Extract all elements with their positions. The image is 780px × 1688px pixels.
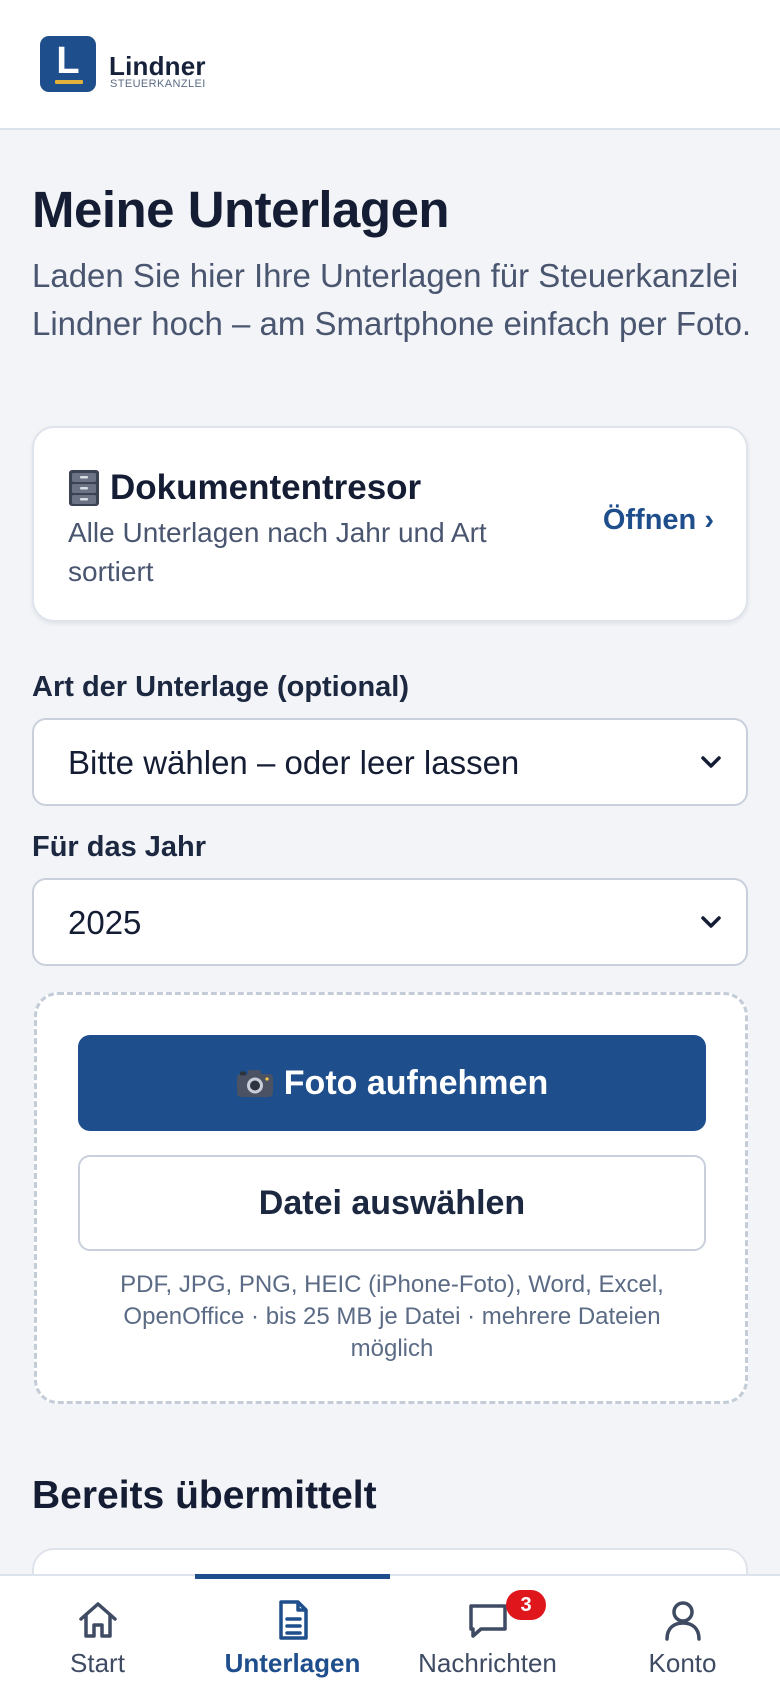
vault-description: Alle Unterlagen nach Jahr und Art sortie…: [68, 517, 487, 587]
nav-item-start[interactable]: Start: [0, 1576, 195, 1688]
document-icon: [279, 1600, 308, 1640]
year-select[interactable]: 2025: [32, 878, 748, 966]
page-intro: Laden Sie hier Ihre Unterlagen für Steue…: [32, 257, 752, 342]
nav-label: Konto: [648, 1648, 717, 1678]
logo-underline: [55, 80, 83, 84]
chevron-down-icon: [701, 916, 721, 928]
user-icon: [665, 1601, 701, 1641]
upload-hint: PDF, JPG, PNG, HEIC (iPhone-Foto), Word,…: [120, 1271, 664, 1362]
nav-label: Nachrichten: [418, 1648, 557, 1678]
choose-file-label: Datei auswählen: [258, 1183, 526, 1222]
chevron-down-icon: [701, 756, 721, 768]
year-value: 2025: [68, 904, 142, 941]
doc-type-select[interactable]: Bitte wählen – oder leer lassen: [32, 718, 748, 806]
vault-open-link[interactable]: Öffnen ›: [603, 504, 714, 537]
nav-item-unterlagen[interactable]: Unterlagen: [195, 1574, 390, 1688]
choose-file-button[interactable]: Datei auswählen: [78, 1155, 706, 1251]
submitted-section-title: Bereits übermittelt: [32, 1474, 377, 1517]
unread-badge: 3: [506, 1590, 546, 1620]
logo[interactable]: L: [40, 36, 96, 92]
year-label: Für das Jahr: [32, 831, 207, 863]
document-vault-card[interactable]: Dokumententresor Alle Unterlagen nach Ja…: [32, 426, 748, 622]
home-icon: [79, 1602, 117, 1638]
doc-type-value: Bitte wählen – oder leer lassen: [68, 744, 520, 781]
vault-title: Dokumententresor: [110, 468, 422, 507]
take-photo-label: Foto aufnehmen: [283, 1063, 549, 1102]
vault-title-row: Dokumententresor: [68, 468, 421, 508]
app-header: L Lindner STEUERKANZLEI: [0, 0, 780, 130]
nav-label: Unterlagen: [224, 1648, 361, 1678]
doc-type-label: Art der Unterlage (optional): [32, 671, 410, 703]
nav-item-nachrichten[interactable]: 3 Nachrichten: [390, 1576, 585, 1688]
bottom-nav: Start Unterlagen 3 Nachrichten Konto: [0, 1574, 780, 1688]
page-title: Meine Unterlagen: [32, 181, 450, 238]
upload-dropzone[interactable]: Foto aufnehmen Datei auswählen PDF, JPG,…: [34, 992, 748, 1404]
brand-subtitle: STEUERKANZLEI: [110, 78, 206, 90]
nav-item-konto[interactable]: Konto: [585, 1576, 780, 1688]
file-cabinet-icon: [69, 470, 99, 506]
active-tab-indicator: [195, 1574, 390, 1579]
chat-icon: [469, 1604, 507, 1638]
take-photo-button[interactable]: Foto aufnehmen: [78, 1035, 706, 1131]
nav-label: Start: [70, 1648, 125, 1678]
logo-letter: L: [56, 40, 80, 82]
camera-icon: [236, 1070, 273, 1097]
